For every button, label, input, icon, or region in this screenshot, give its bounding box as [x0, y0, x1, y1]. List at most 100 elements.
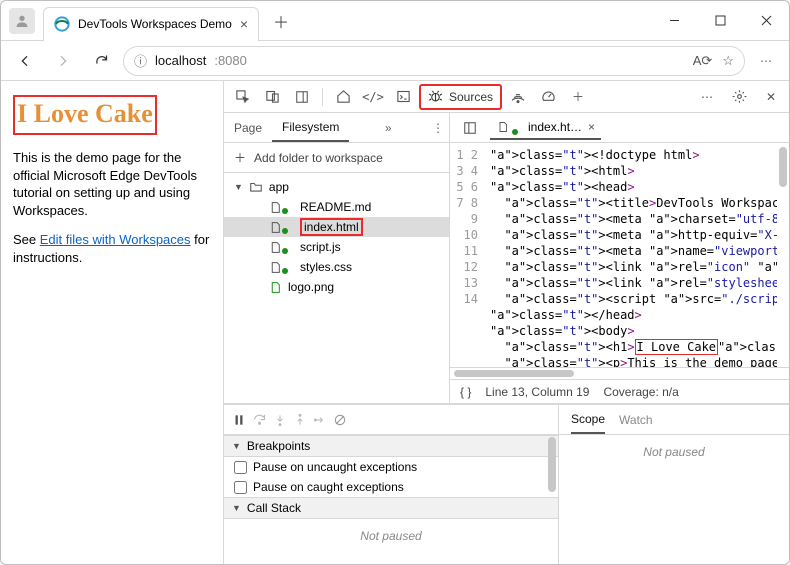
device-toolbar-icon[interactable] — [258, 84, 286, 110]
tab-title: DevTools Workspaces Demo — [78, 17, 232, 31]
coverage-status: Coverage: n/a — [603, 385, 678, 399]
step-out-icon[interactable] — [293, 413, 307, 427]
file-icon — [268, 240, 282, 254]
folder-row[interactable]: ▼ app — [224, 177, 449, 197]
browser-menu-button[interactable]: ⋯ — [751, 46, 781, 76]
page-paragraph-1: This is the demo page for the official M… — [13, 149, 211, 219]
sources-body: Page Filesystem » ⋮ ＋ Add folder to work… — [224, 113, 789, 404]
file-tree: ▼ app README.md index.html script.js sty… — [224, 173, 449, 403]
file-row-logo[interactable]: logo.png — [224, 277, 449, 297]
pretty-print-icon[interactable]: { } — [460, 385, 471, 399]
workspaces-link[interactable]: Edit files with Workspaces — [40, 232, 191, 247]
step-icon[interactable] — [313, 413, 327, 427]
file-row-script[interactable]: script.js — [224, 237, 449, 257]
folder-icon — [249, 180, 263, 194]
console-tab-icon[interactable] — [389, 84, 417, 110]
navigator-panel: Page Filesystem » ⋮ ＋ Add folder to work… — [224, 113, 450, 403]
file-row-styles[interactable]: styles.css — [224, 257, 449, 277]
watch-tab[interactable]: Watch — [619, 413, 653, 427]
add-folder-button[interactable]: ＋ Add folder to workspace — [224, 143, 449, 173]
profile-avatar[interactable] — [9, 8, 35, 34]
pause-icon[interactable] — [232, 413, 246, 427]
site-info-icon[interactable]: ⓘ — [134, 51, 147, 70]
page-heading: I Love Cake — [13, 95, 157, 135]
page-tab[interactable]: Page — [224, 113, 272, 142]
network-tab-icon[interactable] — [504, 84, 532, 110]
pause-uncaught-row[interactable]: Pause on uncaught exceptions — [224, 457, 558, 477]
titlebar: DevTools Workspaces Demo × ＋ — [1, 1, 789, 41]
editor-file-tab[interactable]: index.ht… × — [490, 116, 601, 140]
rendered-page: I Love Cake This is the demo page for th… — [1, 81, 223, 564]
toggle-navigator-icon[interactable] — [456, 115, 484, 141]
breakpoints-header[interactable]: ▼Breakpoints — [224, 435, 558, 457]
edge-logo-icon — [54, 16, 70, 32]
step-over-icon[interactable] — [252, 412, 267, 427]
devtools-more-button[interactable]: ⋯ — [693, 84, 721, 110]
debugger-scrollbar[interactable] — [546, 435, 558, 564]
devtools-panel: </> Sources ＋ ⋯ ✕ Page — [223, 81, 789, 564]
dock-side-icon[interactable] — [288, 84, 316, 110]
settings-icon[interactable] — [725, 84, 753, 110]
read-aloud-icon[interactable]: A⟳ — [693, 53, 713, 69]
file-icon — [268, 200, 282, 214]
favorite-icon[interactable]: ☆ — [722, 53, 734, 69]
file-row-readme[interactable]: README.md — [224, 197, 449, 217]
close-file-tab-icon[interactable]: × — [588, 120, 595, 134]
navigator-overflow-icon[interactable]: » — [377, 121, 399, 135]
image-file-icon — [268, 280, 282, 294]
file-row-index[interactable]: index.html — [224, 217, 449, 237]
sources-tab-label: Sources — [449, 90, 493, 104]
editor-hscrollbar[interactable] — [450, 367, 789, 379]
editor-vscrollbar[interactable] — [777, 143, 789, 367]
navigator-more-icon[interactable]: ⋮ — [427, 121, 449, 135]
plus-icon: ＋ — [234, 149, 246, 166]
editor-panel: index.ht… × 1 2 3 4 5 6 7 8 9 10 11 12 1… — [450, 113, 789, 403]
url-host: localhost — [155, 53, 206, 68]
maximize-button[interactable] — [697, 1, 743, 41]
back-button[interactable] — [9, 45, 41, 77]
devtools-toolbar: </> Sources ＋ ⋯ ✕ — [224, 81, 789, 113]
pause-uncaught-checkbox[interactable] — [234, 461, 247, 474]
debugger-left-panel: ▼Breakpoints Pause on uncaught exception… — [224, 405, 559, 564]
inspect-element-icon[interactable] — [228, 84, 256, 110]
editor-tabs: index.ht… × — [450, 113, 789, 143]
debugger-dock: ▼Breakpoints Pause on uncaught exception… — [224, 404, 789, 564]
devtools-close-button[interactable]: ✕ — [757, 84, 785, 110]
cursor-position: Line 13, Column 19 — [485, 385, 589, 399]
url-port: :8080 — [214, 53, 247, 68]
sources-tab[interactable]: Sources — [419, 84, 502, 110]
deactivate-breakpoints-icon[interactable] — [333, 413, 347, 427]
welcome-tab-icon[interactable] — [329, 84, 357, 110]
tab-close-icon[interactable]: × — [240, 16, 248, 32]
navigator-tabs: Page Filesystem » ⋮ — [224, 113, 449, 143]
performance-tab-icon[interactable] — [534, 84, 562, 110]
more-tabs-button[interactable]: ＋ — [564, 84, 592, 110]
file-icon — [496, 120, 510, 134]
new-tab-button[interactable]: ＋ — [267, 7, 295, 35]
refresh-button[interactable] — [85, 45, 117, 77]
browser-tab[interactable]: DevTools Workspaces Demo × — [43, 7, 259, 41]
minimize-button[interactable] — [651, 1, 697, 41]
scope-watch-tabs: Scope Watch — [559, 405, 789, 435]
forward-button[interactable] — [47, 45, 79, 77]
editor-statusbar: { } Line 13, Column 19 Coverage: n/a — [450, 379, 789, 403]
folder-name: app — [269, 180, 289, 194]
scope-tab[interactable]: Scope — [571, 405, 605, 434]
pause-caught-checkbox[interactable] — [234, 481, 247, 494]
file-icon — [268, 220, 282, 234]
page-paragraph-2: See Edit files with Workspaces for instr… — [13, 231, 211, 266]
pause-caught-row[interactable]: Pause on caught exceptions — [224, 477, 558, 497]
file-icon — [268, 260, 282, 274]
close-window-button[interactable] — [743, 1, 789, 41]
address-bar[interactable]: ⓘ localhost :8080 A⟳ ☆ — [123, 46, 745, 76]
browser-window: DevTools Workspaces Demo × ＋ ⓘ localhost… — [0, 0, 790, 565]
step-into-icon[interactable] — [273, 413, 287, 427]
code-lines: "a">class="t"><!doctype html> "a">class=… — [484, 143, 789, 367]
callstack-header[interactable]: ▼Call Stack — [224, 497, 558, 519]
callstack-empty: Not paused — [224, 519, 558, 564]
elements-tab-icon[interactable]: </> — [359, 84, 387, 110]
filesystem-tab[interactable]: Filesystem — [272, 113, 349, 142]
scope-panel: Scope Watch Not paused — [559, 405, 789, 564]
bug-icon — [428, 89, 443, 104]
code-editor[interactable]: 1 2 3 4 5 6 7 8 9 10 11 12 13 14 "a">cla… — [450, 143, 789, 367]
